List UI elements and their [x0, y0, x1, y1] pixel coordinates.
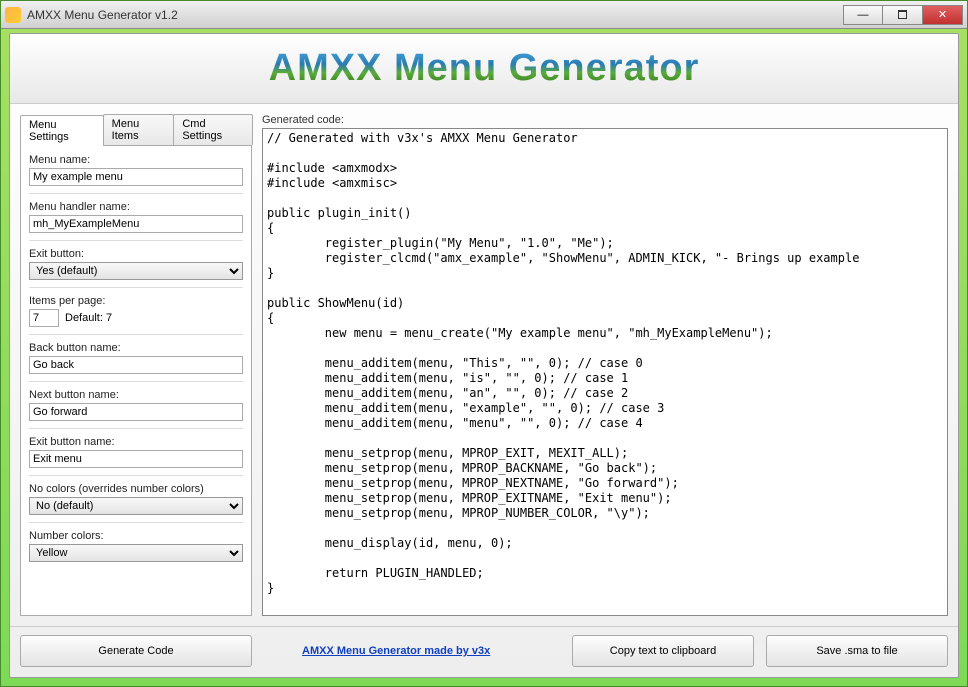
code-content: // Generated with v3x's AMXX Menu Genera… — [263, 129, 947, 598]
handler-label: Menu handler name: — [29, 201, 243, 213]
app-window: AMXX Menu Generator v1.2 — ✕ AMXX Menu G… — [0, 0, 968, 687]
maximize-button[interactable] — [883, 5, 923, 25]
save-file-button[interactable]: Save .sma to file — [766, 635, 948, 667]
items-default-label: Default: 7 — [65, 312, 112, 324]
generated-code-label: Generated code: — [262, 114, 948, 126]
titlebar[interactable]: AMXX Menu Generator v1.2 — ✕ — [1, 1, 967, 29]
credit-link[interactable]: AMXX Menu Generator made by v3x — [302, 645, 490, 657]
no-colors-label: No colors (overrides number colors) — [29, 483, 243, 495]
minimize-button[interactable]: — — [843, 5, 883, 25]
tab-menu-items[interactable]: Menu Items — [103, 114, 175, 145]
next-button-label: Next button name: — [29, 389, 243, 401]
items-per-page-input[interactable] — [29, 309, 59, 327]
tab-strip: Menu Settings Menu Items Cmd Settings — [20, 114, 252, 145]
back-button-label: Back button name: — [29, 342, 243, 354]
exit-button-label: Exit button: — [29, 248, 243, 260]
exit-button-select[interactable]: Yes (default) — [29, 262, 243, 280]
menu-name-input[interactable] — [29, 168, 243, 186]
items-per-page-label: Items per page: — [29, 295, 243, 307]
tab-menu-settings[interactable]: Menu Settings — [20, 115, 104, 146]
exit-name-input[interactable] — [29, 450, 243, 468]
number-colors-label: Number colors: — [29, 530, 243, 542]
copy-clipboard-button[interactable]: Copy text to clipboard — [572, 635, 754, 667]
handler-input[interactable] — [29, 215, 243, 233]
right-panel: Generated code: // Generated with v3x's … — [262, 114, 948, 616]
banner: AMXX Menu Generator — [10, 34, 958, 104]
next-button-input[interactable] — [29, 403, 243, 421]
app-icon — [5, 7, 21, 23]
exit-name-label: Exit button name: — [29, 436, 243, 448]
bottom-bar: Generate Code AMXX Menu Generator made b… — [10, 626, 958, 677]
content-panel: AMXX Menu Generator Menu Settings Menu I… — [9, 33, 959, 678]
tab-body: Menu name: Menu handler name: Exit butto… — [20, 145, 252, 616]
credit-link-container: AMXX Menu Generator made by v3x — [252, 645, 572, 657]
no-colors-select[interactable]: No (default) — [29, 497, 243, 515]
banner-title: AMXX Menu Generator — [269, 47, 700, 90]
generate-code-button[interactable]: Generate Code — [20, 635, 252, 667]
window-title: AMXX Menu Generator v1.2 — [27, 8, 843, 22]
left-panel: Menu Settings Menu Items Cmd Settings Me… — [20, 114, 252, 616]
tab-cmd-settings[interactable]: Cmd Settings — [173, 114, 253, 145]
back-button-input[interactable] — [29, 356, 243, 374]
code-textarea[interactable]: // Generated with v3x's AMXX Menu Genera… — [262, 128, 948, 616]
number-colors-select[interactable]: Yellow — [29, 544, 243, 562]
menu-name-label: Menu name: — [29, 154, 243, 166]
close-button[interactable]: ✕ — [923, 5, 963, 25]
